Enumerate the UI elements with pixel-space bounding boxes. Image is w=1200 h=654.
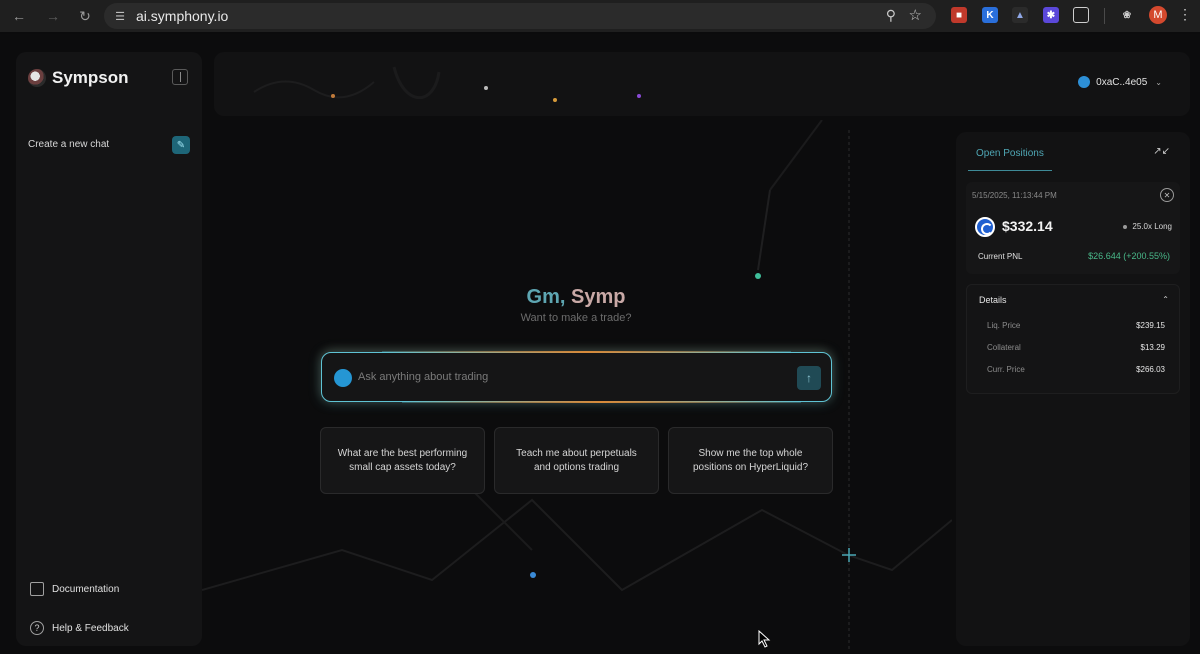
detail-key: Curr. Price: [987, 365, 1025, 374]
new-chat-pencil-icon[interactable]: ✎: [172, 136, 190, 154]
close-position-icon[interactable]: ✕: [1160, 188, 1174, 202]
greeting-subtitle: Want to make a trade?: [520, 312, 632, 324]
mouse-cursor-icon: [758, 630, 771, 648]
pnl-label: Current PNL: [978, 252, 1023, 261]
brand[interactable]: Sympson: [28, 68, 129, 88]
bookmark-star-icon[interactable]: ☆: [909, 6, 922, 24]
detail-value: $239.15: [1136, 321, 1165, 330]
wallet-address: 0xaC..4e05: [1096, 76, 1148, 88]
sidebar: Sympson Create a new chat ✎ Documentatio…: [16, 52, 202, 646]
zoom-icon[interactable]: ⚲: [886, 7, 896, 24]
document-icon: [30, 582, 44, 596]
details-title[interactable]: Details: [979, 295, 1007, 305]
menu-kebab-icon[interactable]: ⋮: [1178, 6, 1192, 23]
chevron-up-icon[interactable]: ⌃: [1162, 295, 1169, 304]
extension-icon[interactable]: ■: [951, 7, 967, 23]
coin-icon: [975, 217, 995, 237]
header-decoration: [253, 66, 641, 102]
documentation-label: Documentation: [52, 583, 120, 595]
detail-value: $266.03: [1136, 365, 1165, 374]
chevron-down-icon: ⌄: [1155, 77, 1162, 87]
collapse-sidebar-icon[interactable]: [172, 69, 188, 85]
detail-key: Collateral: [987, 343, 1021, 352]
greeting-word: Gm,: [526, 286, 566, 308]
profile-avatar[interactable]: M: [1149, 6, 1167, 24]
site-settings-icon[interactable]: ☰: [112, 8, 128, 24]
brand-logo-icon: [28, 69, 46, 87]
suggestion-card[interactable]: Teach me about perpetuals and options tr…: [494, 427, 659, 494]
brand-name: Sympson: [52, 68, 129, 87]
app-container: Sympson Create a new chat ✎ Documentatio…: [0, 34, 1200, 654]
tab-underline: [968, 170, 1052, 171]
wallet-avatar-icon: [1078, 76, 1091, 88]
suggestion-card[interactable]: What are the best performing small cap a…: [320, 427, 485, 494]
leaf-icon[interactable]: ❀: [1119, 7, 1135, 23]
wallet-button[interactable]: 0xaC..4e05 ⌄: [1078, 76, 1162, 88]
detail-value: $13.29: [1140, 343, 1165, 352]
help-feedback-link[interactable]: ? Help & Feedback: [30, 621, 129, 635]
extension-icon[interactable]: ▲: [1012, 7, 1028, 23]
position-price: $332.14: [1002, 218, 1053, 234]
assistant-avatar-icon: [334, 369, 352, 387]
new-chat-link[interactable]: Create a new chat: [28, 139, 109, 150]
chat-input-box[interactable]: ↑: [321, 351, 832, 403]
documentation-link[interactable]: Documentation: [30, 582, 119, 596]
top-header: 0xaC..4e05 ⌄: [214, 52, 1190, 116]
positions-panel: Open Positions ↗↙ 5/15/2025, 11:13:44 PM…: [956, 132, 1190, 646]
address-bar[interactable]: ☰ ai.symphony.io ⚲ ☆: [104, 3, 936, 29]
toolbar-divider: [1104, 8, 1105, 24]
extension-k-icon[interactable]: K: [982, 7, 998, 23]
extensions-puzzle-icon[interactable]: [1073, 7, 1089, 23]
position-timestamp: 5/15/2025, 11:13:44 PM: [972, 191, 1057, 200]
send-arrow-icon[interactable]: ↑: [797, 366, 821, 390]
minimize-icon[interactable]: ↗↙: [1153, 146, 1170, 157]
detail-key: Liq. Price: [987, 321, 1021, 330]
leverage-dot-icon: [1123, 224, 1128, 229]
suggestion-card[interactable]: Show me the top whole positions on Hyper…: [668, 427, 833, 494]
forward-icon[interactable]: →: [42, 5, 64, 27]
back-icon[interactable]: ←: [8, 5, 30, 27]
details-section: Details ⌃ Liq. Price $239.15 Collateral …: [966, 284, 1180, 394]
position-card: 5/15/2025, 11:13:44 PM ✕ $332.14 25.0x L…: [966, 182, 1180, 274]
help-feedback-label: Help & Feedback: [52, 622, 129, 634]
chat-input[interactable]: [358, 365, 778, 389]
greeting: Gm, Symp: [320, 286, 832, 309]
url-text[interactable]: ai.symphony.io: [136, 8, 228, 24]
tab-open-positions[interactable]: Open Positions: [976, 148, 1044, 159]
reload-icon[interactable]: ↻: [74, 5, 96, 27]
extension-icon[interactable]: ✱: [1043, 7, 1059, 23]
browser-toolbar: ← → ↻ ☰ ai.symphony.io ⚲ ☆ ■ K ▲ ✱ ❀ M ⋮: [0, 0, 1200, 32]
pnl-value: $26.644 (+200.55%): [1088, 251, 1170, 261]
leverage-badge: 25.0x Long: [1123, 222, 1172, 231]
help-icon: ?: [30, 621, 44, 635]
greeting-name: Symp: [571, 286, 626, 308]
leverage-label: 25.0x Long: [1132, 222, 1172, 231]
